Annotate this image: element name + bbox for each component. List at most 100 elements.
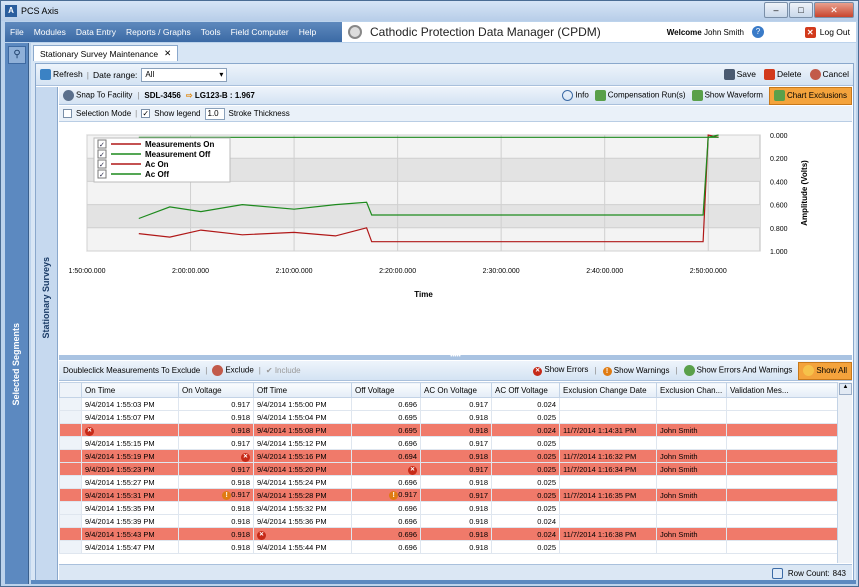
column-header-exclusion-changed-by[interactable]: Exclusion Chan... — [656, 382, 727, 398]
table-row[interactable]: 9/4/2014 1:55:27 PM 0.918 9/4/2014 1:55:24… — [59, 475, 838, 489]
table-row[interactable]: 9/4/2014 1:55:23 PM 0.917 9/4/2014 1:55:20… — [59, 462, 838, 476]
show-legend-checkbox[interactable]: ✓ — [141, 109, 151, 118]
date-range-select[interactable]: All ▾ — [141, 67, 228, 82]
row-selector[interactable] — [59, 462, 82, 476]
save-button[interactable]: Save — [723, 69, 756, 81]
table-row[interactable]: ✕ 0.918 9/4/2014 1:55:08 PM 0.695 0.918 0.024… — [59, 423, 838, 437]
close-window-button[interactable]: ✕ — [814, 2, 854, 18]
cell-on-voltage-value: 0.917 — [231, 438, 250, 448]
logout-button[interactable]: ✕ Log Out — [804, 26, 850, 38]
row-selector[interactable] — [59, 514, 82, 528]
table-row[interactable]: 9/4/2014 1:55:03 PM 0.917 9/4/2014 1:55:00… — [59, 397, 838, 411]
snap-to-facility-button[interactable]: Snap To Facility — [63, 90, 132, 101]
cell-exclusion-changed-by — [656, 436, 727, 450]
x-tick-label: 2:40:00.000 — [586, 268, 623, 275]
cell-off-time: 9/4/2014 1:55:28 PM — [253, 488, 352, 502]
column-header-on-voltage[interactable]: On Voltage — [178, 382, 254, 398]
column-header-on-time[interactable]: On Time — [81, 382, 179, 398]
amplitude-chart[interactable]: 0.000 0.200 0.400 0.600 0.800 1.000 1:50:00.00… — [59, 123, 852, 355]
selected-segments-rail[interactable]: ⚲ Selected Segments — [5, 43, 29, 584]
search-icon[interactable]: ⚲ — [8, 46, 26, 64]
row-selector[interactable] — [59, 527, 82, 541]
stationary-surveys-label[interactable]: Stationary Surveys — [41, 257, 51, 339]
table-row[interactable]: 9/4/2014 1:55:15 PM 0.917 9/4/2014 1:55:12… — [59, 436, 838, 450]
delete-button[interactable]: Delete — [763, 69, 802, 81]
row-selector[interactable] — [59, 410, 82, 424]
minimize-button[interactable]: – — [764, 2, 788, 18]
show-waveform-button[interactable]: Show Waveform — [691, 90, 763, 101]
grid-vertical-scrollbar[interactable]: ▲ — [837, 382, 852, 563]
row-selector[interactable] — [59, 397, 82, 411]
column-header-ac-on-voltage[interactable]: AC On Voltage — [420, 382, 492, 398]
lg-label: LG123-B : 1.967 — [194, 91, 255, 100]
table-row[interactable]: 9/4/2014 1:55:07 PM 0.918 9/4/2014 1:55:04… — [59, 410, 838, 424]
cell-ac-on-voltage: 0.917 — [420, 462, 492, 476]
cell-exclusion-changed-by — [656, 514, 727, 528]
row-selector[interactable] — [59, 475, 82, 489]
tab-stationary-survey-maintenance[interactable]: Stationary Survey Maintenance ✕ — [33, 45, 179, 61]
table-row[interactable]: 9/4/2014 1:55:31 PM! 0.917 9/4/2014 1:55:… — [59, 488, 838, 502]
include-button[interactable]: ✔ Include — [266, 366, 301, 375]
info-button[interactable]: Info — [562, 90, 589, 101]
splitter-handle[interactable]: ••••• — [59, 354, 852, 360]
scroll-up-icon[interactable]: ▲ — [839, 383, 852, 395]
exclude-button[interactable]: Exclude — [212, 365, 254, 376]
cell-off-voltage-value: 0.696 — [398, 438, 417, 448]
lg-facility[interactable]: ⇨ LG123-B : 1.967 — [186, 91, 255, 100]
cell-ac-on-voltage: 0.918 — [420, 410, 492, 424]
row-selector[interactable] — [59, 488, 82, 502]
table-row[interactable]: 9/4/2014 1:55:19 PM ✕ 9/4/2014 1:55:16 PM 0… — [59, 449, 838, 463]
help-icon[interactable]: ? — [752, 26, 764, 38]
cell-on-time-value: 9/4/2014 1:55:31 PM — [85, 490, 155, 500]
row-selector[interactable] — [59, 540, 82, 554]
cell-off-voltage-value: 0.696 — [398, 516, 417, 526]
show-errors-label: Show Errors — [544, 365, 589, 374]
row-selector[interactable] — [59, 436, 82, 450]
cell-ac-off-voltage: 0.025 — [491, 501, 560, 515]
stationary-surveys-strip[interactable]: Stationary Surveys — [36, 87, 58, 581]
show-warnings-button[interactable]: ! Show Warnings — [602, 366, 669, 376]
selection-mode-checkbox[interactable] — [63, 109, 72, 118]
table-row[interactable]: 9/4/2014 1:55:43 PM 0.918 ✕ 0.696 0.918 0.024… — [59, 527, 838, 541]
refresh-button[interactable]: Refresh — [40, 69, 83, 81]
menu-help[interactable]: Help — [294, 27, 321, 37]
column-header-validation-message[interactable]: Validation Mes... — [726, 382, 838, 398]
menu-modules[interactable]: Modules — [29, 27, 71, 37]
tab-close-icon[interactable]: ✕ — [164, 48, 171, 59]
row-selector[interactable] — [59, 501, 82, 515]
compensation-runs-button[interactable]: Compensation Run(s) — [594, 90, 686, 101]
row-selector[interactable] — [59, 449, 82, 463]
show-all-button[interactable]: Show All — [798, 361, 852, 380]
maximize-button[interactable]: □ — [789, 2, 813, 18]
column-header-off-time[interactable]: Off Time — [253, 382, 352, 398]
row-selector[interactable] — [59, 423, 82, 437]
table-row[interactable]: 9/4/2014 1:55:35 PM 0.918 9/4/2014 1:55:32… — [59, 501, 838, 515]
cancel-button[interactable]: Cancel — [809, 69, 849, 81]
selected-segments-label[interactable]: Selected Segments — [11, 323, 21, 406]
menu-reports-graphs[interactable]: Reports / Graphs — [121, 27, 196, 37]
cell-ac-off-voltage: 0.024 — [491, 397, 560, 411]
warning-icon: ! — [602, 366, 612, 376]
cell-ac-on-voltage: 0.918 — [420, 423, 492, 437]
show-legend-label: Show legend — [154, 109, 201, 118]
cell-on-voltage-value: 0.918 — [231, 542, 250, 552]
stroke-thickness-input[interactable]: 1.0 — [204, 107, 225, 120]
menu-tools[interactable]: Tools — [196, 27, 226, 37]
menu-field-computer[interactable]: Field Computer — [226, 27, 294, 37]
cell-ac-on-voltage: 0.918 — [420, 475, 492, 489]
chart-exclusions-button[interactable]: Chart Exclusions — [768, 86, 852, 105]
cell-off-time-value: 9/4/2014 1:55:00 PM — [257, 399, 327, 409]
show-errors-and-warnings-button[interactable]: Show Errors And Warnings — [683, 365, 792, 376]
cell-on-voltage-value: 0.917 — [231, 490, 250, 499]
menu-file[interactable]: File — [5, 27, 29, 37]
menu-data-entry[interactable]: Data Entry — [71, 27, 121, 37]
column-header-ac-off-voltage[interactable]: AC Off Voltage — [491, 382, 560, 398]
tab-label: Stationary Survey Maintenance — [40, 48, 159, 59]
show-errors-button[interactable]: ✕ Show Errors — [533, 365, 588, 376]
column-header-off-voltage[interactable]: Off Voltage — [351, 382, 421, 398]
table-row[interactable]: 9/4/2014 1:55:39 PM 0.918 9/4/2014 1:55:36… — [59, 514, 838, 528]
cell-ac-off-voltage-value: 0.024 — [537, 529, 556, 539]
column-header-exclusion-change-date[interactable]: Exclusion Change Date — [559, 382, 657, 398]
table-row[interactable]: 9/4/2014 1:55:47 PM 0.918 9/4/2014 1:55:44… — [59, 540, 838, 554]
compensation-label: Compensation Run(s) — [607, 90, 686, 100]
